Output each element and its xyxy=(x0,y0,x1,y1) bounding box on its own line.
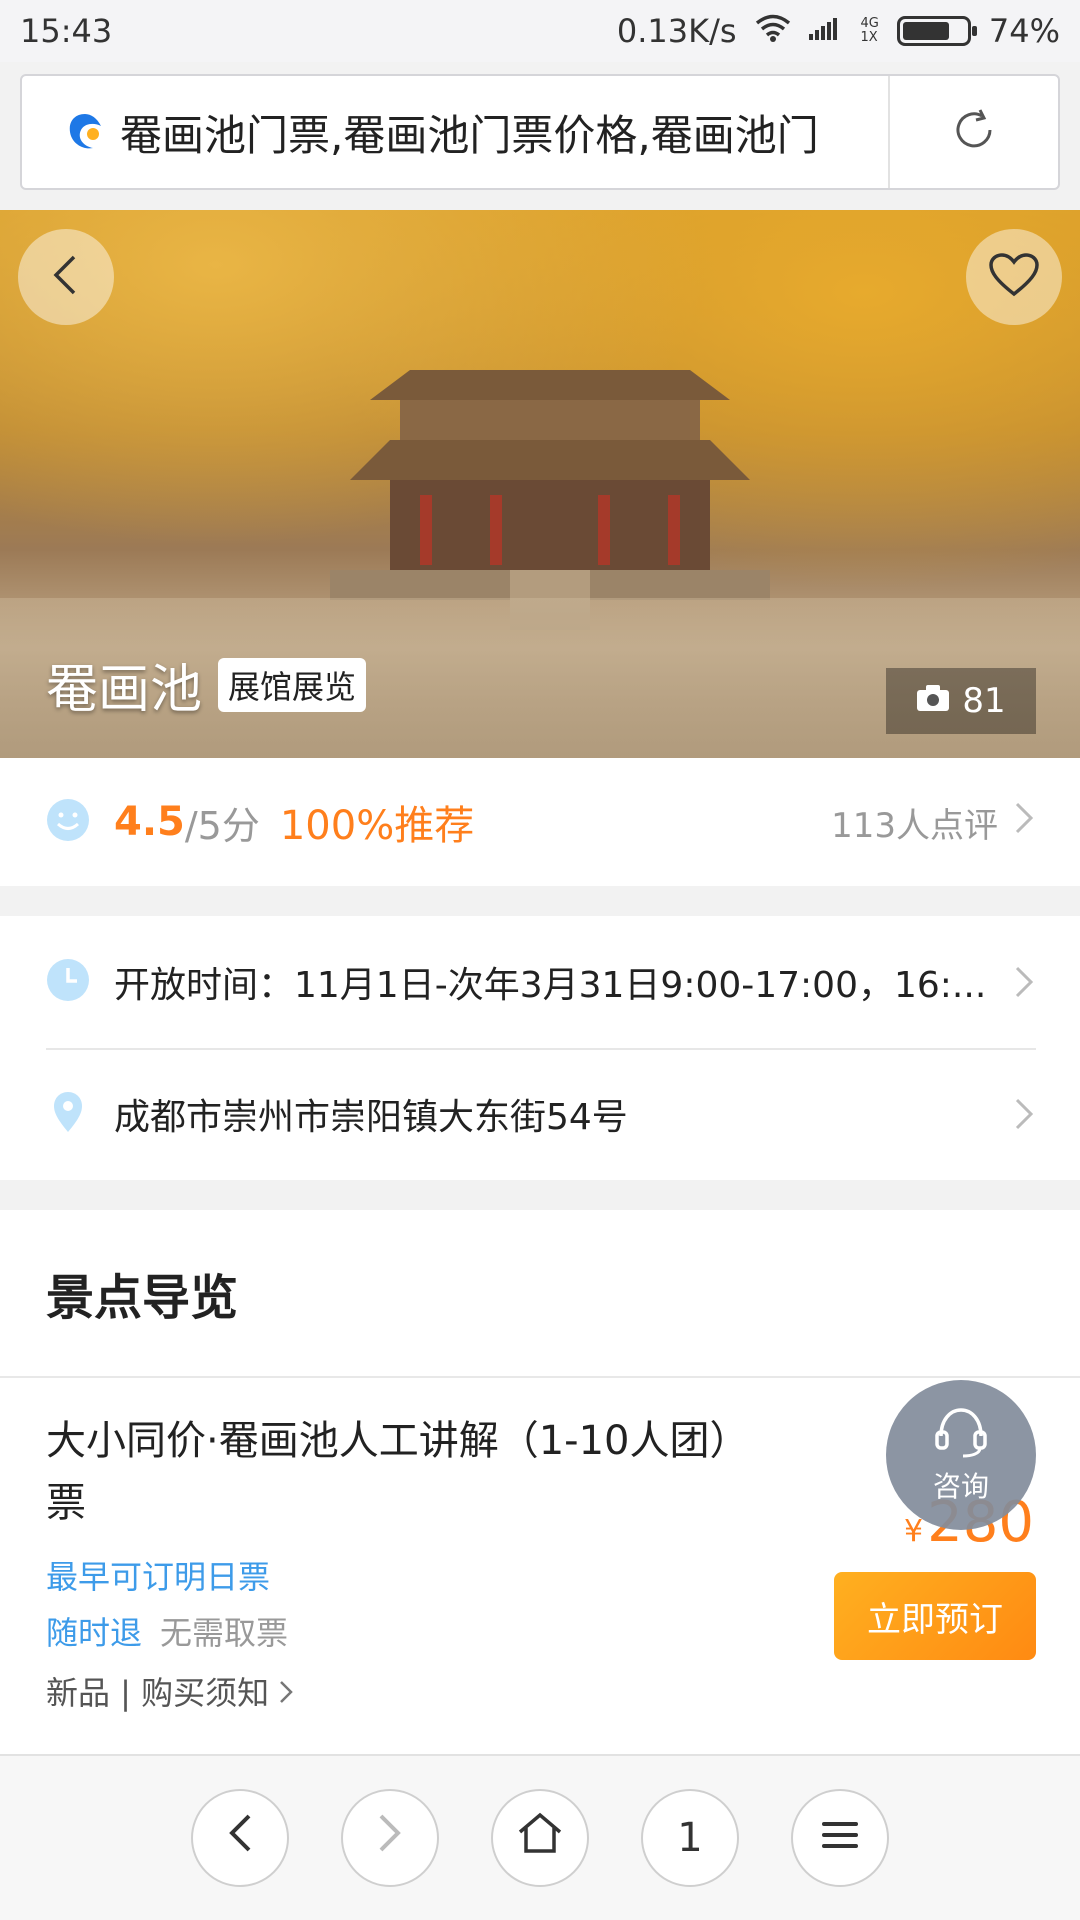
photo-count: 81 xyxy=(962,681,1006,721)
battery-icon xyxy=(896,16,977,46)
book-now-button[interactable]: 立即预订 xyxy=(834,1572,1036,1660)
home-icon xyxy=(517,1812,563,1864)
location-pin-icon xyxy=(46,1090,90,1138)
earliest-booking: 最早可订明日票 xyxy=(46,1558,271,1596)
info-card: 开放时间：11月1日-次年3月31日9:00-17:00，16:... 成都市崇… xyxy=(0,916,1080,1180)
ticket-name: 大小同价·罨画池人工讲解（1-10人团）票 xyxy=(46,1418,750,1526)
status-speed: 0.13K/s xyxy=(616,12,737,50)
menu-icon xyxy=(820,1815,860,1861)
nav-menu-button[interactable] xyxy=(791,1789,889,1887)
chevron-right-icon xyxy=(279,1674,294,1712)
consult-button[interactable]: 咨询 xyxy=(886,1380,1036,1530)
review-count: 113人点评 xyxy=(831,805,998,846)
smiley-icon xyxy=(46,798,90,846)
purchase-notice-link[interactable]: 新品 | 购买须知 xyxy=(46,1668,766,1714)
chevron-right-icon xyxy=(1004,1097,1034,1131)
nav-home-button[interactable] xyxy=(491,1789,589,1887)
attraction-name: 罨画池 xyxy=(46,660,203,720)
network-type: 4G 1X xyxy=(860,16,879,45)
opening-hours-row[interactable]: 开放时间：11月1日-次年3月31日9:00-17:00，16:... xyxy=(0,916,1080,1048)
photo-count-button[interactable]: 81 xyxy=(886,668,1036,734)
signal-icon xyxy=(808,12,843,50)
browser-bottom-nav: 1 xyxy=(0,1754,1080,1920)
rating-row[interactable]: 4.5 /5分 100%推荐 113人点评 xyxy=(0,758,1080,886)
status-right: 0.13K/s 4G 1X 74% xyxy=(617,12,1060,50)
battery-percent: 74% xyxy=(988,12,1060,50)
reviews-link[interactable]: 113人点评 xyxy=(831,798,1034,847)
address-text: 成都市崇州市崇阳镇大东街54号 xyxy=(114,1097,628,1138)
hero-image[interactable]: 罨画池 展馆展览 81 xyxy=(0,210,1080,758)
back-button[interactable] xyxy=(18,229,114,325)
ticket-item[interactable]: 大小同价·罨画池人工讲解（1-10人团）票 最早可订明日票 随时退 无需取票 新… xyxy=(46,1410,766,1714)
consult-label: 咨询 xyxy=(932,1469,989,1503)
camera-icon xyxy=(916,681,950,721)
address-row[interactable]: 成都市崇州市崇阳镇大东街54号 xyxy=(0,1048,1080,1180)
chevron-right-icon xyxy=(1014,801,1034,844)
arrow-right-icon xyxy=(377,1813,403,1863)
recommend-rate: 100%推荐 xyxy=(279,803,475,849)
clock-icon xyxy=(46,958,90,1006)
nav-back-button[interactable] xyxy=(191,1789,289,1887)
rating-scale: /5分 xyxy=(184,803,260,848)
notice-text: 新品 | 购买须知 xyxy=(46,1674,270,1712)
tab-count: 1 xyxy=(677,1815,703,1861)
nav-forward-button[interactable] xyxy=(341,1789,439,1887)
section-title: 景点导览 xyxy=(0,1210,1080,1378)
favorite-button[interactable] xyxy=(966,229,1062,325)
url-bar[interactable]: 罨画池门票,罨画池门票价格,罨画池门 xyxy=(20,74,1060,190)
status-bar: 15:43 0.13K/s 4G 1X 74% xyxy=(0,0,1080,62)
refresh-icon xyxy=(950,106,998,158)
headset-icon xyxy=(931,1406,991,1465)
site-logo-icon xyxy=(50,110,120,154)
no-ticket-tag: 无需取票 xyxy=(160,1614,289,1652)
refund-tag: 随时退 xyxy=(46,1614,143,1652)
category-badge: 展馆展览 xyxy=(218,657,367,712)
heart-icon xyxy=(988,252,1040,302)
chevron-right-icon xyxy=(1004,965,1034,999)
page-title-text[interactable]: 罨画池门票,罨画池门票价格,罨画池门 xyxy=(120,102,888,163)
refresh-button[interactable] xyxy=(888,76,1058,188)
back-arrow-icon xyxy=(48,253,84,301)
wifi-icon xyxy=(755,12,791,50)
temple-illustration xyxy=(330,370,770,630)
status-time: 15:43 xyxy=(20,12,113,50)
attraction-title: 罨画池 展馆展览 xyxy=(46,647,367,722)
currency-symbol: ¥ xyxy=(904,1514,924,1549)
nav-tabs-button[interactable]: 1 xyxy=(641,1789,739,1887)
arrow-left-icon xyxy=(227,1813,253,1863)
opening-hours-text: 开放时间：11月1日-次年3月31日9:00-17:00，16:... xyxy=(114,965,987,1006)
rating-score: 4.5 xyxy=(114,799,185,845)
battery-fill xyxy=(902,22,949,40)
ticket-tags: 随时退 无需取票 xyxy=(46,1608,766,1654)
